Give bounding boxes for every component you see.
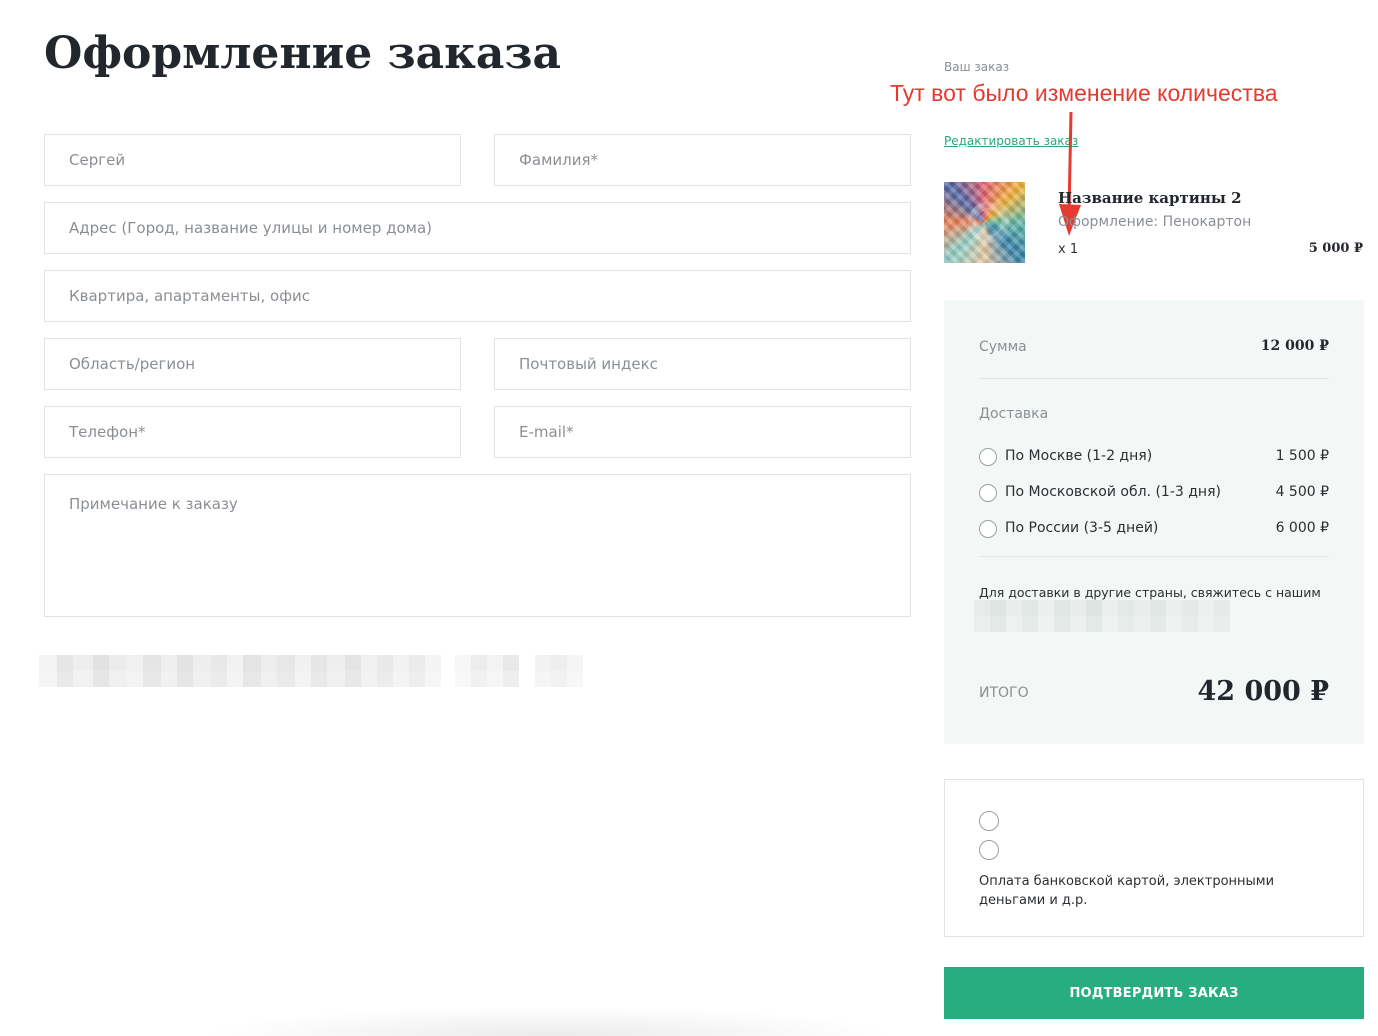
delivery-option-price: 4 500 ₽	[1275, 484, 1329, 500]
redacted-text-2	[39, 671, 441, 687]
payment-methods: Оплата банковской картой, электронными д…	[944, 779, 1364, 937]
product-name: Название картины 2	[1058, 189, 1242, 207]
divider	[979, 378, 1329, 379]
delivery-radio[interactable]	[979, 448, 997, 466]
email-field[interactable]	[494, 406, 911, 458]
delivery-option-price: 1 500 ₽	[1275, 448, 1329, 464]
redacted-contact	[974, 600, 1230, 616]
apartment-field[interactable]	[44, 270, 911, 322]
first-name-field[interactable]	[44, 134, 461, 186]
confirm-order-button[interactable]: ПОДТВЕРДИТЬ ЗАКАЗ	[944, 967, 1364, 1019]
delivery-radio[interactable]	[979, 520, 997, 538]
delivery-option-price: 6 000 ₽	[1275, 520, 1329, 536]
last-name-field[interactable]	[494, 134, 911, 186]
phone-field[interactable]	[44, 406, 461, 458]
annotation-text: Тут вот было изменение количества	[890, 80, 1278, 106]
delivery-option-name: По Московской обл. (1-3 дня)	[1005, 484, 1221, 500]
product-price: 5 000 ₽	[1308, 241, 1363, 256]
order-note-field[interactable]	[44, 474, 911, 617]
product-quantity: х 1	[1058, 242, 1079, 257]
redacted-text	[39, 655, 441, 671]
payment-radio-2[interactable]	[979, 840, 999, 860]
delivery-option-name: По Москве (1-2 дня)	[1005, 448, 1153, 464]
delivery-radio[interactable]	[979, 484, 997, 502]
redacted-text-4	[455, 671, 583, 687]
delivery-label: Доставка	[979, 406, 1049, 422]
sum-label: Сумма	[979, 339, 1027, 355]
postcode-field[interactable]	[494, 338, 911, 390]
address-field[interactable]	[44, 202, 911, 254]
delivery-option-moscow[interactable]: По Москве (1-2 дня) 1 500 ₽	[979, 447, 1329, 467]
order-label: Ваш заказ	[944, 60, 1010, 74]
total-label: ИТОГО	[979, 685, 1029, 701]
product-frame: Оформление: Пенокартон	[1058, 214, 1252, 230]
bottom-shadow	[200, 1006, 900, 1036]
product-thumbnail	[944, 182, 1025, 263]
divider	[979, 556, 1329, 557]
redacted-contact-2	[974, 616, 1230, 632]
delivery-option-russia[interactable]: По России (3-5 дней) 6 000 ₽	[979, 519, 1329, 539]
payment-description: Оплата банковской картой, электронными д…	[979, 874, 1275, 908]
delivery-option-moscow-region[interactable]: По Московской обл. (1-3 дня) 4 500 ₽	[979, 483, 1329, 503]
page-title: Оформление заказа	[44, 28, 561, 79]
total-value: 42 000 ₽	[1197, 676, 1329, 707]
sum-value: 12 000 ₽	[1260, 338, 1329, 354]
payment-radio-1[interactable]	[979, 811, 999, 831]
delivery-note: Для доставки в другие страны, свяжитесь …	[979, 585, 1321, 600]
order-summary: Сумма 12 000 ₽ Доставка По Москве (1-2 д…	[944, 300, 1364, 744]
delivery-option-name: По России (3-5 дней)	[1005, 520, 1159, 536]
redacted-text-3	[455, 655, 583, 671]
region-field[interactable]	[44, 338, 461, 390]
